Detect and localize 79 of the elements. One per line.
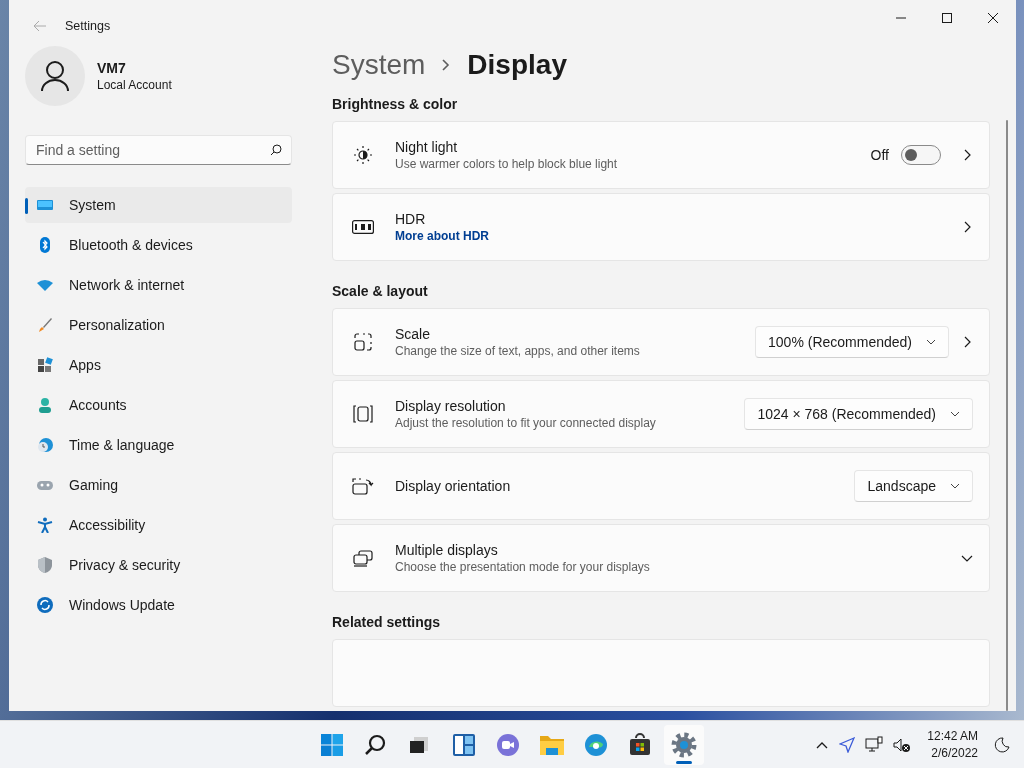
store-icon: [628, 732, 652, 757]
muted-speaker-icon[interactable]: [893, 736, 912, 753]
breadcrumb-item: Display: [467, 49, 567, 81]
location-arrow-icon[interactable]: [839, 736, 856, 753]
person-icon: [37, 397, 53, 413]
accessibility-icon: [37, 517, 53, 533]
maximize-icon[interactable]: [942, 13, 952, 23]
dropdown[interactable]: 100% (Recommended): [755, 326, 949, 358]
apps-icon: [37, 357, 53, 373]
multiple-displays-icon: [352, 548, 374, 568]
section-title: Related settings: [332, 614, 442, 630]
nav-item[interactable]: Time & language: [25, 427, 292, 463]
chevron-right-icon: [441, 58, 452, 72]
bluetooth-icon: [37, 237, 53, 253]
search-icon: [364, 732, 388, 757]
nav-item[interactable]: Accessibility: [25, 507, 292, 543]
brush-icon: [37, 317, 53, 333]
search-field[interactable]: Find a setting: [25, 135, 292, 165]
hdr-icon: [352, 220, 374, 234]
nav-item[interactable]: System: [25, 187, 292, 223]
setting-title: Multiple displays: [395, 542, 499, 558]
setting-title: Night light: [395, 139, 459, 155]
wifi-icon: [37, 277, 53, 293]
setting-title: HDR: [395, 211, 427, 227]
video-chat-icon: [496, 732, 520, 757]
dropdown[interactable]: Landscape: [854, 470, 973, 502]
caret-icon: [926, 337, 936, 347]
scrollbar[interactable]: [1006, 120, 1008, 711]
settings-card[interactable]: Scale Change the size of text, apps, and other items 100% (Recommended): [332, 308, 990, 376]
moon-icon[interactable]: [994, 736, 1010, 753]
account-name: VM7: [97, 60, 127, 76]
update-icon: [37, 597, 53, 613]
clock-globe-icon: [37, 437, 53, 453]
settings-card[interactable]: Night light Use warmer colors to help block blue light Off: [332, 121, 990, 189]
taskbar-app[interactable]: [664, 724, 704, 765]
clock[interactable]: 12:42 AM 2/6/2022: [921, 727, 984, 762]
setting-description: Change the size of text, apps, and other items: [395, 344, 640, 358]
caret-icon: [950, 481, 960, 491]
nav-item[interactable]: Bluetooth & devices: [25, 227, 292, 263]
hdr-link[interactable]: More about HDR: [395, 229, 489, 243]
setting-title: Display orientation: [395, 478, 511, 494]
settings-card[interactable]: Display resolution Adjust the resolution to fit your connected display 1024 × 768 (Recommended): [332, 380, 990, 448]
nav-item[interactable]: Personalization: [25, 307, 292, 343]
nav-item[interactable]: Apps: [25, 347, 292, 383]
nav-item[interactable]: Windows Update: [25, 587, 292, 623]
monitor-icon: [37, 197, 53, 213]
browser-icon: [584, 732, 608, 757]
windows-logo-icon: [320, 732, 344, 757]
nav-item[interactable]: Network & internet: [25, 267, 292, 303]
nav-item[interactable]: Accounts: [25, 387, 292, 423]
brightness-icon: [353, 145, 373, 165]
network-icon[interactable]: [865, 735, 884, 754]
section-title: Brightness & color: [332, 96, 459, 112]
window-title: Settings: [65, 19, 111, 33]
setting-description: Use warmer colors to help block blue light: [395, 157, 618, 171]
settings-card[interactable]: Display orientation Landscape: [332, 452, 990, 520]
section-title: Scale & layout: [332, 283, 429, 299]
setting-title: Scale: [395, 326, 432, 342]
scale-icon: [353, 332, 373, 352]
resolution-icon: [352, 404, 374, 424]
nav-item[interactable]: Privacy & security: [25, 547, 292, 583]
dropdown[interactable]: 1024 × 768 (Recommended): [744, 398, 973, 430]
widgets-icon: [452, 732, 476, 757]
settings-card[interactable]: Multiple displays Choose the presentation mode for your displays: [332, 524, 990, 592]
close-icon[interactable]: [988, 13, 998, 23]
setting-description: Choose the presentation mode for your displays: [395, 560, 650, 574]
nav-item[interactable]: Gaming: [25, 467, 292, 503]
settings-card[interactable]: HDR More about HDR: [332, 193, 990, 261]
breadcrumb-item[interactable]: System: [332, 49, 426, 81]
account-type: Local Account: [97, 78, 172, 92]
rotate-display-icon: [352, 476, 374, 496]
setting-description: Adjust the resolution to fit your connected display: [395, 416, 656, 430]
search-icon[interactable]: [270, 144, 282, 156]
setting-title: Display resolution: [395, 398, 507, 414]
shield-icon: [37, 557, 53, 573]
caret-icon: [950, 409, 960, 419]
toggle-state-label: Off: [870, 147, 889, 163]
night-light-switch[interactable]: [901, 145, 941, 165]
gear-icon: [671, 731, 697, 758]
